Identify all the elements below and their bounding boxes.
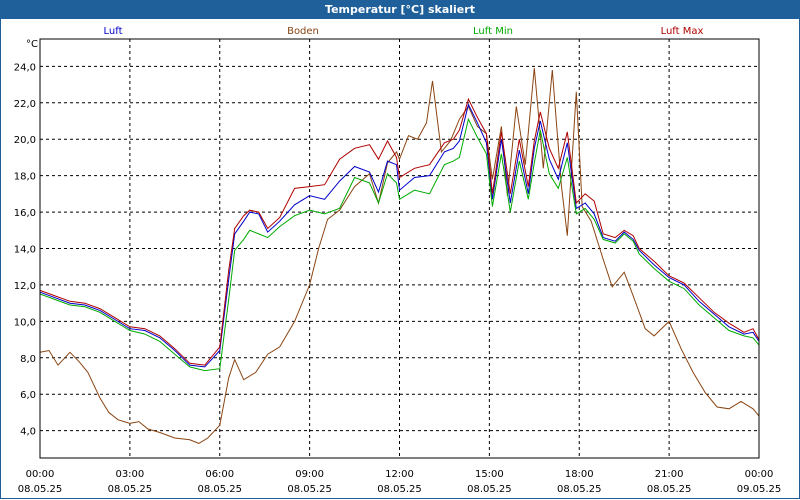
x-tick-date: 08.05.25 [287, 484, 332, 495]
y-tick-label: 16,0 [14, 208, 36, 219]
x-tick-time: 00:00 [26, 469, 55, 480]
legend-item: Luft Min [473, 26, 513, 37]
x-tick-date: 09.05.25 [737, 484, 782, 495]
x-tick-time: 18:00 [565, 469, 594, 480]
x-tick-date: 08.05.25 [18, 484, 63, 495]
x-tick-date: 08.05.25 [197, 484, 242, 495]
x-tick-time: 09:00 [295, 469, 324, 480]
x-tick-time: 15:00 [475, 469, 504, 480]
x-tick-date: 08.05.25 [108, 484, 153, 495]
y-tick-label: 22,0 [14, 99, 36, 110]
y-tick-label: 4,0 [20, 427, 36, 438]
temperature-chart: 4,0 6,0 8,0 10,0 12,0 14,0 16,0 18,0 20,0 22,0 24,… [14, 26, 782, 495]
x-tick-date: 08.05.25 [557, 484, 602, 495]
x-tick-date: 08.05.25 [377, 484, 422, 495]
x-tick-date: 08.05.25 [647, 484, 692, 495]
y-tick-label: 14,0 [14, 245, 36, 256]
x-tick-time: 12:00 [385, 469, 414, 480]
y-axis-ticks: 4,0 6,0 8,0 10,0 12,0 14,0 16,0 18,0 20,0 22,0 24,… [14, 62, 36, 437]
x-tick-time: 06:00 [205, 469, 234, 480]
legend-item: Boden [287, 26, 319, 37]
legend-item: Luft Max [661, 26, 704, 37]
x-tick-time: 21:00 [655, 469, 684, 480]
x-tick-time: 03:00 [115, 469, 144, 480]
y-tick-label: 18,0 [14, 172, 36, 183]
legend: Luft Boden Luft Min Luft Max [104, 26, 704, 37]
y-tick-label: 24,0 [14, 62, 36, 73]
y-tick-label: 10,0 [14, 317, 36, 328]
legend-item: Luft [104, 26, 123, 37]
y-tick-label: 8,0 [20, 354, 36, 365]
x-tick-date: 08.05.25 [467, 484, 512, 495]
y-axis-unit: °C [26, 39, 38, 50]
y-tick-label: 12,0 [14, 281, 36, 292]
x-tick-time: 00:00 [745, 469, 774, 480]
grid-lines [40, 39, 759, 458]
y-tick-label: 6,0 [20, 390, 36, 401]
x-axis-ticks: 00:00 08.05.25 03:00 08.05.25 06:00 08.05.25 0… [18, 469, 782, 495]
y-tick-label: 20,0 [14, 135, 36, 146]
